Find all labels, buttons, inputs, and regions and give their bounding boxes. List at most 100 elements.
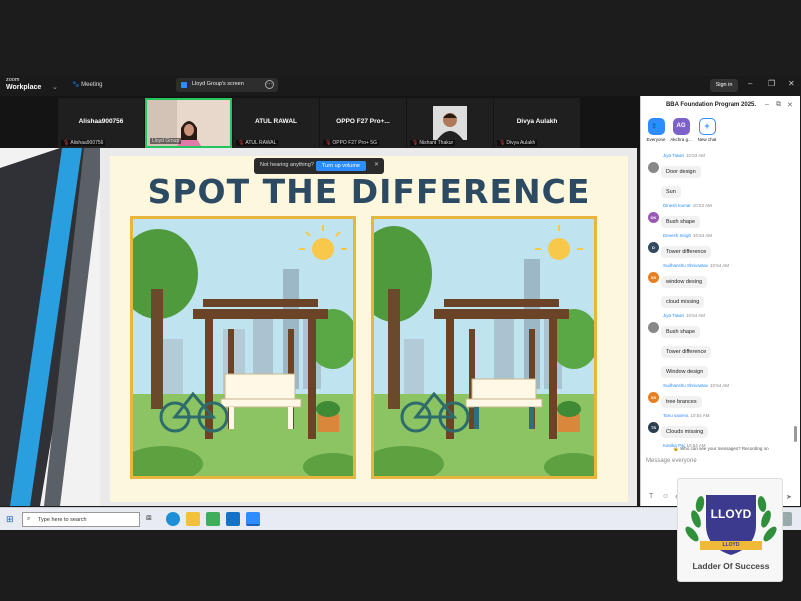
chat-message[interactable]: Jiya Tiwari 10:53 AM Door design Sun xyxy=(645,152,793,200)
title-bar: zoom Workplace ⌄ 🐾 Meeting Lloyd Group's … xyxy=(0,76,801,96)
picture-right xyxy=(371,216,597,479)
shared-screen: SPOT THE DIFFERENCE Not hearing anything… xyxy=(0,148,637,506)
chat-message[interactable]: Sudhanshu Shrivastav 10:54 AM SS window des… xyxy=(645,262,793,310)
message-bubble[interactable]: Clouds missing xyxy=(661,426,709,438)
chat-title: BBA Foundation Program 2025. xyxy=(665,102,757,108)
file-explorer-icon[interactable] xyxy=(186,512,200,526)
participant-name: Alishaa900756 xyxy=(78,118,124,125)
avatar xyxy=(433,106,467,140)
message-sender: Jiya Tiwari 10:54 AM xyxy=(663,313,706,318)
participant-name: Divya Aulakh xyxy=(516,118,558,125)
message-list: Jiya Tiwari 10:53 AM Door design Sun Dinesh … xyxy=(645,152,793,452)
participant-label: 🎙ATUL RAWAL xyxy=(236,140,279,146)
message-sender: Sudhanshu Shrivastav 10:54 AM xyxy=(663,383,730,388)
scrollbar[interactable] xyxy=(794,426,797,442)
chat-message[interactable]: Sudhanshu Shrivastav 10:54 AM SS tree branc… xyxy=(645,382,793,410)
message-bubble[interactable]: Window design xyxy=(661,366,709,378)
chat-privacy-notice[interactable]: 🔒 Who can see your messages? Recording o… xyxy=(641,446,801,452)
mic-muted-icon: 🎙 xyxy=(412,140,419,146)
avatar: DK xyxy=(648,212,659,223)
message-bubble[interactable]: tree brances xyxy=(661,396,702,408)
message-sender: Dinesh kumar 10:53 AM xyxy=(663,203,712,208)
logo-ribbon: LLOYD xyxy=(722,542,740,548)
logo-brand: LLOYD xyxy=(710,507,752,521)
chat-tab-akchra[interactable]: AG Akchra g... xyxy=(669,118,693,142)
pop-out-icon[interactable]: ⧉ xyxy=(776,101,781,109)
message-bubble[interactable]: Sun xyxy=(661,186,681,198)
message-bubble[interactable]: Bush shape xyxy=(661,326,701,338)
close-icon[interactable]: ✕ xyxy=(787,101,793,109)
close-icon[interactable]: ✕ xyxy=(374,161,379,168)
avatar xyxy=(648,162,659,173)
message-bubble[interactable]: Bush shape xyxy=(661,216,701,228)
message-bubble[interactable]: Tower difference xyxy=(661,346,712,358)
chat-tab-everyone[interactable]: 👥 Everyone xyxy=(644,118,668,142)
picture-left xyxy=(130,216,356,479)
participant-strip: Alishaa900756 🎙Alishaa900756 Lloyd Group… xyxy=(0,96,640,148)
group-icon: 👥 xyxy=(647,118,665,135)
chevron-down-icon[interactable]: ⌄ xyxy=(52,83,58,91)
more-options-icon[interactable]: ··· xyxy=(265,80,274,89)
plus-icon: + xyxy=(698,118,716,135)
minimize-icon[interactable]: – xyxy=(748,79,752,88)
message-input[interactable]: Message everyone xyxy=(646,458,697,464)
participant-tile-video[interactable]: Lloyd Group xyxy=(145,98,232,148)
tab-meeting[interactable]: 🐾 Meeting xyxy=(72,81,103,88)
sign-in-button[interactable]: Sign in xyxy=(710,79,738,92)
participant-label: 🎙Divya Aulakh xyxy=(497,140,538,146)
chat-message[interactable]: Tanu saxena 10:54 AM TS Clouds missing xyxy=(645,412,793,440)
mic-muted-icon: 🎙 xyxy=(238,140,245,146)
edge-icon[interactable] xyxy=(166,512,180,526)
chat-message[interactable]: Dinesh kumar 10:53 AM DK Bush shape xyxy=(645,202,793,230)
participant-name: OPPO F27 Pro+... xyxy=(336,118,390,125)
participant-tile[interactable]: 🎙Nishant Thakur xyxy=(407,98,493,148)
turn-up-volume-button[interactable]: Turn up volume xyxy=(316,161,366,171)
participant-label: Lloyd Group xyxy=(150,138,182,144)
slide-panel: SPOT THE DIFFERENCE xyxy=(110,156,628,502)
slide-decoration xyxy=(0,148,100,506)
participant-label: 🎙Nishant Thakur xyxy=(410,140,456,146)
store-icon[interactable] xyxy=(206,512,220,526)
message-sender: Tanu saxena 10:54 AM xyxy=(663,413,710,418)
search-icon: ⌕ xyxy=(27,516,31,522)
chat-tab-new-chat[interactable]: + New chat xyxy=(695,118,719,142)
message-bubble[interactable]: cloud missing xyxy=(661,296,705,308)
outlook-icon[interactable] xyxy=(226,512,240,526)
message-sender: Devesh Singh 10:54 AM xyxy=(663,233,713,238)
zoom-workplace-window: { "app": { "logo_top": "zoom", "logo_bot… xyxy=(0,0,801,601)
chat-message[interactable]: Devesh Singh 10:54 AM D Tower difference xyxy=(645,232,793,260)
zoom-logo: zoom Workplace xyxy=(6,77,42,91)
minimize-icon[interactable]: – xyxy=(765,101,769,108)
message-sender: Jiya Tiwari 10:53 AM xyxy=(663,153,706,158)
participant-tile[interactable]: Alishaa900756 🎙Alishaa900756 xyxy=(58,98,144,148)
message-bubble[interactable]: Door design xyxy=(661,166,701,178)
close-icon[interactable]: ✕ xyxy=(788,79,795,88)
emoji-icon[interactable]: ☺ xyxy=(662,493,669,500)
mic-muted-icon: 🎙 xyxy=(325,140,332,146)
message-bubble[interactable]: Tower difference xyxy=(661,246,712,258)
zoom-taskbar-icon[interactable] xyxy=(246,512,260,526)
send-icon[interactable]: ➤ xyxy=(786,493,792,501)
format-icon[interactable]: T xyxy=(649,493,653,500)
restore-icon[interactable]: ❐ xyxy=(768,79,775,88)
avatar: SS xyxy=(648,272,659,283)
participant-label: 🎙Alishaa900756 xyxy=(61,140,106,146)
toast-text: Not hearing anything? xyxy=(260,162,314,168)
audio-toast: Not hearing anything? Turn up volume ✕ xyxy=(254,158,384,174)
windows-start-icon[interactable]: ⊞ xyxy=(6,514,14,525)
tab-shared-screen[interactable]: Lloyd Group's screen ··· xyxy=(176,78,278,92)
participant-tile[interactable]: Divya Aulakh 🎙Divya Aulakh xyxy=(494,98,580,148)
chat-message[interactable]: Jiya Tiwari 10:54 AM Bush shape Tower diffe… xyxy=(645,312,793,380)
screen-tab-label: Lloyd Group's screen xyxy=(192,81,244,87)
task-view-icon[interactable]: ⧈ xyxy=(146,512,160,526)
participant-tile[interactable]: ATUL RAWAL 🎙ATUL RAWAL xyxy=(233,98,319,148)
logo-tagline: Ladder Of Success xyxy=(692,561,770,571)
message-bubble[interactable]: window desing xyxy=(661,276,708,288)
slide-title: SPOT THE DIFFERENCE xyxy=(147,172,591,211)
park-scene-right xyxy=(374,219,594,476)
lloyd-logo: LLOYD LLOYD Ladder Of Success xyxy=(677,478,783,582)
message-sender: Sudhanshu Shrivastav 10:54 AM xyxy=(663,263,730,268)
taskbar-search-input[interactable]: ⌕ Type here to search xyxy=(22,512,140,527)
avatar: SS xyxy=(648,392,659,403)
participant-tile[interactable]: OPPO F27 Pro+... 🎙OPPO F27 Pro+ 5G xyxy=(320,98,406,148)
